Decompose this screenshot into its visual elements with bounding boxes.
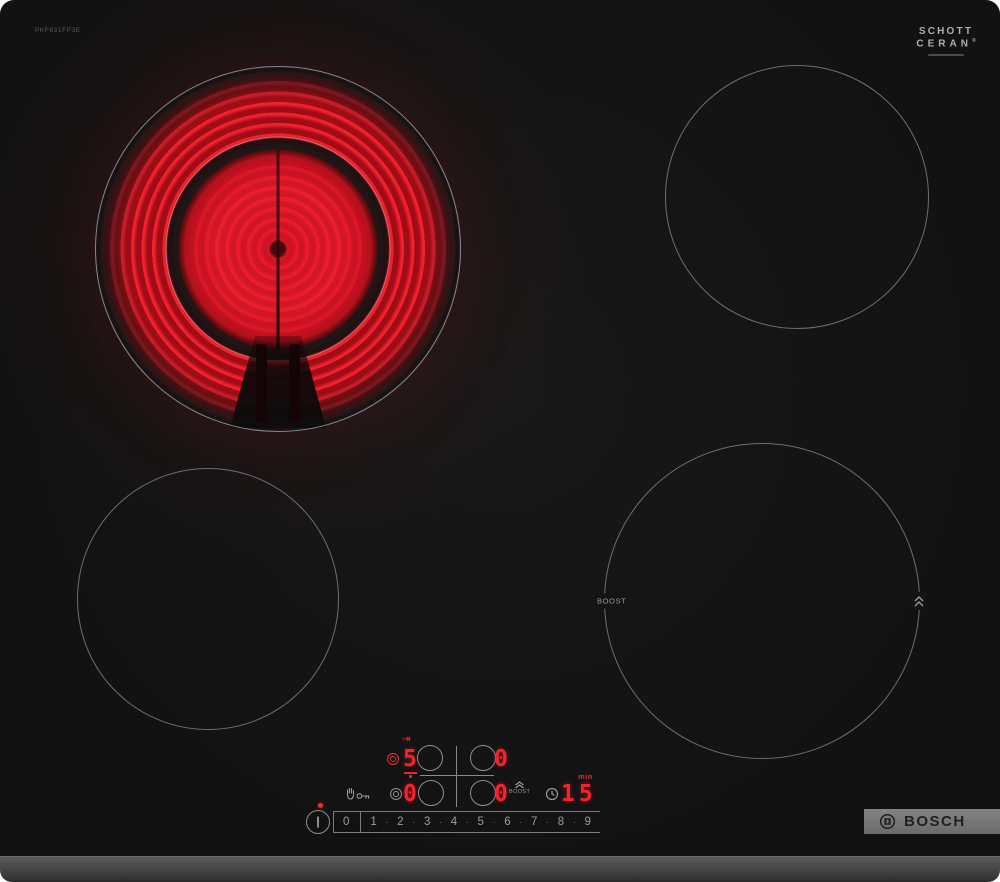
residual-heat-icon-active bbox=[387, 753, 399, 765]
slider-level-5[interactable]: 5 bbox=[477, 816, 483, 828]
bosch-wordmark: BOSCH bbox=[904, 813, 966, 830]
burner-front-left bbox=[77, 468, 339, 730]
zone-cross-horizontal bbox=[420, 775, 494, 776]
slider-level-7[interactable]: 7 bbox=[531, 816, 537, 828]
ceramic-glass-surface: PKF631FP3E SCHOTT CERAN® BOOST ⇥ 5 bbox=[0, 0, 1000, 856]
zone-select-front-left[interactable] bbox=[418, 780, 444, 806]
display-rear-right-level: 0 bbox=[494, 748, 508, 771]
display-timer-value: 15 bbox=[561, 783, 597, 806]
slider-level-6[interactable]: 6 bbox=[504, 816, 510, 828]
slider-level-0[interactable]: 0 bbox=[343, 816, 349, 828]
power-button[interactable] bbox=[306, 810, 330, 834]
slider-level-9[interactable]: 9 bbox=[585, 816, 591, 828]
zone-select-front-right[interactable] bbox=[470, 780, 496, 806]
slider-dot: · bbox=[493, 818, 496, 827]
timer-clock-icon[interactable] bbox=[545, 787, 559, 801]
slider-dot: · bbox=[573, 818, 576, 827]
display-front-left-level: 0 bbox=[403, 783, 417, 806]
slider-dot: · bbox=[466, 818, 469, 827]
slider-range[interactable]: 1 · 2 · 3 · 4 · 5 · 6 · 7 · 8 · 9 bbox=[361, 816, 600, 828]
chevron-double-up-icon bbox=[912, 592, 926, 610]
zone-cross-vertical bbox=[456, 746, 457, 807]
power-indicator-dot bbox=[318, 803, 323, 808]
slider-dot: · bbox=[519, 818, 522, 827]
slider-level-8[interactable]: 8 bbox=[558, 816, 564, 828]
transfer-arrow-icon: ⇥ bbox=[402, 735, 410, 745]
timer-unit-label: min bbox=[578, 772, 593, 781]
zone-select-rear-left[interactable] bbox=[417, 745, 443, 771]
zone-select-rear-right[interactable] bbox=[470, 745, 496, 771]
display-rear-left-level: 5 bbox=[403, 748, 417, 771]
display-front-right-level: 0 bbox=[494, 783, 508, 806]
schott-ceran-logo: SCHOTT CERAN® bbox=[903, 26, 989, 56]
burner-front-right: BOOST bbox=[604, 443, 920, 759]
ceran-text: CERAN® bbox=[903, 38, 989, 49]
bosch-emblem-icon bbox=[879, 813, 896, 830]
zone-underline-mark-icon bbox=[404, 772, 417, 774]
slider-dot: · bbox=[546, 818, 549, 827]
slider-level-3[interactable]: 3 bbox=[424, 816, 430, 828]
schott-text: SCHOTT bbox=[903, 26, 989, 37]
hob-product-photo: PKF631FP3E SCHOTT CERAN® BOOST ⇥ 5 bbox=[0, 0, 1000, 882]
registered-mark: ® bbox=[972, 38, 976, 44]
boost-button-label: BOOST bbox=[509, 790, 529, 796]
child-lock-key[interactable] bbox=[345, 786, 371, 801]
front-trim-strip bbox=[0, 856, 1000, 882]
slider-level-4[interactable]: 4 bbox=[451, 816, 457, 828]
burner-rear-right bbox=[665, 65, 929, 329]
model-number: PKF631FP3E bbox=[35, 27, 81, 34]
bosch-logo-bar: BOSCH bbox=[864, 809, 1000, 834]
burner-rim-outline bbox=[95, 66, 461, 432]
slider-level-2[interactable]: 2 bbox=[397, 816, 403, 828]
burner-rear-left-hot bbox=[95, 66, 461, 432]
power-icon bbox=[317, 817, 319, 828]
level-slider[interactable]: 0 1 · 2 · 3 · 4 · 5 · 6 · 7 · 8 · 9 bbox=[333, 811, 600, 833]
boost-zone-label: BOOST bbox=[595, 594, 628, 609]
residual-heat-icon bbox=[390, 788, 402, 800]
slider-level-1[interactable]: 1 bbox=[370, 816, 376, 828]
slider-dot: · bbox=[412, 818, 415, 827]
boost-chevron-icon bbox=[514, 781, 525, 789]
slider-dot: · bbox=[386, 818, 389, 827]
schott-subtext-line bbox=[928, 54, 964, 56]
boost-button[interactable]: BOOST bbox=[509, 781, 529, 796]
slider-dot: · bbox=[439, 818, 442, 827]
